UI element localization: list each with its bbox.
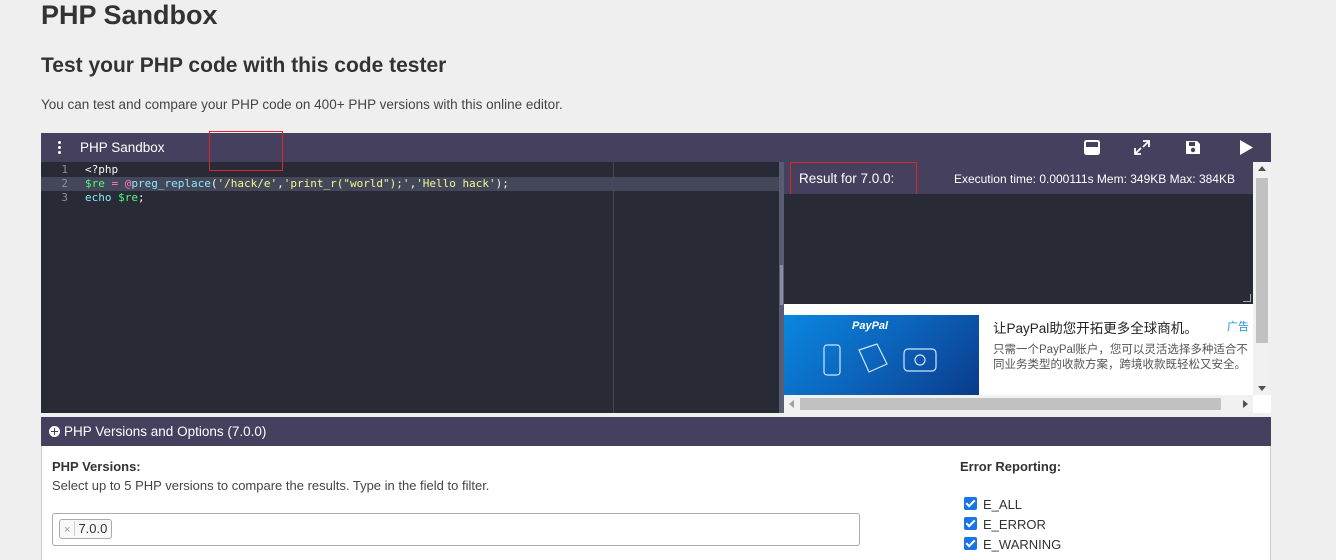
checkbox-e-warning[interactable]: E_WARNING <box>964 537 1061 552</box>
ad-title[interactable]: 让PayPal助您开拓更多全球商机。 <box>993 317 1198 337</box>
scroll-thumb[interactable] <box>1256 178 1268 343</box>
checkbox-checked-icon[interactable] <box>964 537 977 550</box>
expand-plus-icon[interactable] <box>49 426 60 437</box>
ad-body: 只需一个PayPal账户，您可以灵活选择多种适合不同业务类型的收款方案，跨境收款… <box>993 344 1248 371</box>
checkbox-e-all[interactable]: E_ALL <box>964 497 1022 512</box>
error-reporting-label: Error Reporting: <box>960 459 1062 474</box>
result-pane: Result for 7.0.0: Execution time: 0.0001… <box>784 162 1271 413</box>
layout-icon[interactable] <box>1083 139 1101 156</box>
line-number: 1 <box>61 163 68 176</box>
code-text: $re = @preg_replace('/hack/e','print_r("… <box>85 177 509 190</box>
vertical-scrollbar[interactable] <box>1253 162 1271 395</box>
scroll-thumb[interactable] <box>800 398 1221 410</box>
fullscreen-icon[interactable] <box>1133 139 1151 156</box>
code-line[interactable]: 3 echo $re; <box>41 191 779 205</box>
remove-chip-icon[interactable]: × <box>64 524 70 536</box>
checkbox-checked-icon[interactable] <box>964 517 977 530</box>
checkbox-label: E_WARNING <box>983 537 1062 552</box>
checkbox-label: E_ERROR <box>983 517 1046 532</box>
scroll-left-icon[interactable] <box>789 400 794 408</box>
result-highlight-box <box>790 162 917 198</box>
advertisement[interactable]: PayPal 让PayPal助您开拓更多全球商机。 广告 只需一个PayPal账… <box>784 315 1253 395</box>
version-chip-label: 7.0.0 <box>74 521 108 536</box>
ad-tag[interactable]: 广告 <box>1227 318 1249 334</box>
checkbox-checked-icon[interactable] <box>964 497 977 510</box>
sandbox-title: PHP Sandbox <box>80 140 165 155</box>
page-subtitle: Test your PHP code with this code tester <box>41 54 447 77</box>
page-description: You can test and compare your PHP code o… <box>41 97 563 112</box>
save-icon[interactable] <box>1184 139 1202 156</box>
versions-label: PHP Versions: <box>52 459 141 474</box>
code-text: echo $re; <box>85 191 145 204</box>
code-line[interactable]: 1 <?php <box>41 163 779 177</box>
versions-select-input[interactable]: × 7.0.0 <box>52 513 860 546</box>
result-output[interactable] <box>784 194 1253 304</box>
line-number: 2 <box>61 177 68 190</box>
page-title: PHP Sandbox <box>41 0 218 30</box>
checkbox-label: E_ALL <box>983 497 1023 512</box>
options-panel: PHP Versions: Select up to 5 PHP version… <box>41 446 1271 560</box>
code-text: <?php <box>85 163 119 176</box>
horizontal-scrollbar[interactable] <box>784 395 1253 413</box>
run-icon[interactable] <box>1237 139 1255 156</box>
checkbox-e-error[interactable]: E_ERROR <box>964 517 1046 532</box>
code-editor[interactable]: 1 <?php 2 $re = @preg_replace('/hack/e',… <box>41 162 779 413</box>
versions-help: Select up to 5 PHP versions to compare t… <box>52 478 490 493</box>
options-title[interactable]: PHP Versions and Options (7.0.0) <box>64 424 266 439</box>
splitter-grip[interactable] <box>780 265 783 305</box>
regex-highlight-box <box>209 131 283 171</box>
ad-illustration <box>823 343 937 376</box>
line-number: 3 <box>61 191 68 204</box>
execution-info: Execution time: 0.000111s Mem: 349KB Max… <box>953 172 1235 186</box>
options-header[interactable]: PHP Versions and Options (7.0.0) <box>41 417 1271 446</box>
scroll-up-icon[interactable] <box>1258 166 1266 171</box>
code-line-active[interactable]: 2 $re = @preg_replace('/hack/e','print_r… <box>41 177 779 191</box>
scroll-right-icon[interactable] <box>1243 400 1248 408</box>
php-sandbox: PHP Sandbox 1 <?php 2 $re = @preg_replac… <box>41 131 1271 413</box>
menu-dots-icon[interactable] <box>53 139 65 157</box>
resize-handle[interactable] <box>1243 294 1251 302</box>
ad-image[interactable]: PayPal <box>784 315 979 395</box>
version-chip[interactable]: × 7.0.0 <box>59 519 113 539</box>
scroll-down-icon[interactable] <box>1258 386 1266 391</box>
